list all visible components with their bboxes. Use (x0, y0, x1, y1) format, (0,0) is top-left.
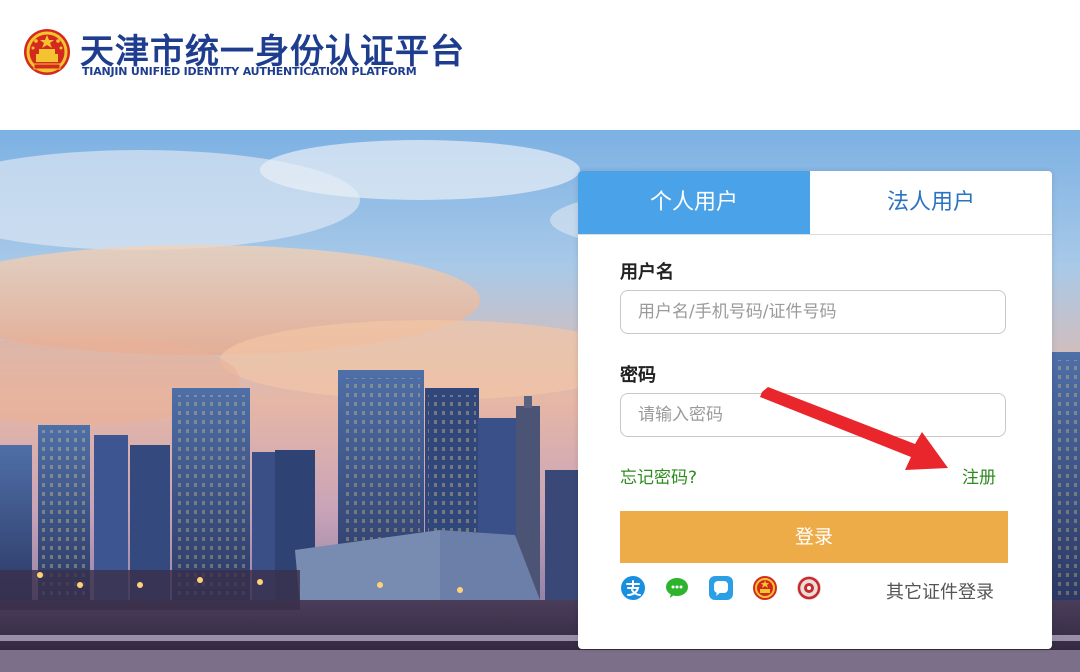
tab-legal-user[interactable]: 法人用户 (810, 171, 1052, 234)
tab-personal-user[interactable]: 个人用户 (578, 171, 810, 234)
username-label: 用户名 (620, 262, 674, 283)
register-link[interactable]: 注册 (962, 463, 996, 488)
user-type-tabs: 个人用户 法人用户 (578, 171, 1052, 235)
national-emblem-logo (24, 29, 70, 75)
password-label: 密码 (620, 365, 656, 386)
chat-bubble-icon[interactable] (708, 575, 734, 601)
login-card: 个人用户 法人用户 用户名 密码 忘记密码? 注册 登录 (578, 171, 1052, 649)
site-header: 天津市统一身份认证平台 TIANJIN UNIFIED IDENTITY AUT… (0, 0, 1080, 130)
forgot-password-link[interactable]: 忘记密码? (620, 463, 697, 488)
password-input[interactable] (620, 393, 1006, 437)
wechat-icon[interactable] (664, 575, 690, 601)
username-input[interactable] (620, 290, 1006, 334)
alipay-icon[interactable] (620, 575, 646, 601)
seal-icon[interactable] (796, 575, 822, 601)
other-id-login-link[interactable]: 其它证件登录 (886, 578, 994, 604)
national-emblem-icon[interactable] (752, 575, 778, 601)
site-subtitle: TIANJIN UNIFIED IDENTITY AUTHENTICATION … (82, 65, 417, 78)
login-button[interactable]: 登录 (620, 511, 1008, 563)
